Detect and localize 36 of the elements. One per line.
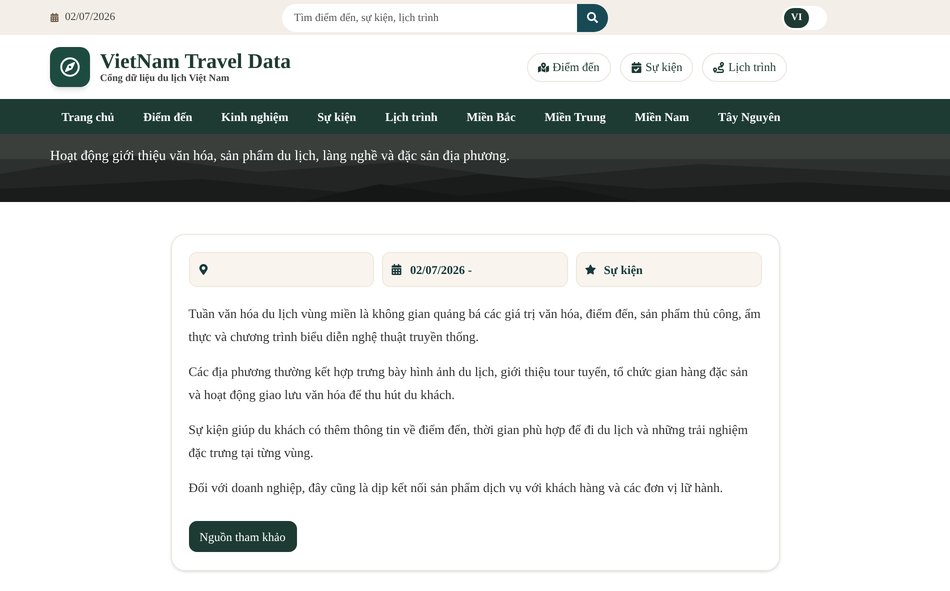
nav-tab[interactable]: Lịch trình (372, 99, 452, 134)
compass-icon (60, 57, 80, 77)
site-title: VietNam Travel Data (100, 49, 291, 73)
site-subtitle: Cổng dữ liệu du lịch Việt Nam (100, 73, 230, 85)
search-button[interactable] (577, 4, 608, 32)
route-icon (713, 62, 724, 72)
meta-text: 02/07/2026 - (410, 262, 472, 278)
hero-description: Hoạt động giới thiệu văn hóa, sản phẩm du lịch, làng nghề và đặc sản địa phương. (49, 148, 511, 166)
nav-tab[interactable]: Sự kiện (304, 99, 370, 134)
article-paragraph: Đối với doanh nghiệp, đây cũng là dịp kết nối sản phẩm dịch vụ với khách hàng và các đơn vị lữ hành. (188, 479, 724, 497)
header-link[interactable]: Sự kiện (620, 52, 694, 82)
calendar-icon (630, 62, 642, 72)
article-paragraph: Sự kiện giúp du khách có thêm thông tin về điểm đến, thời gian phù hợp để đi du lịch và những trải nghiệm đặc trưng tại từng vùng. (188, 421, 749, 462)
calendar-icon (50, 13, 59, 22)
language-button[interactable]: VI (784, 8, 810, 28)
article-paragraph: Tuần văn hóa du lịch vùng miền là không gian quảng bá các giá trị văn hóa, điểm đến, sản phẩm thủ công, ẩm thực và chương trình biểu diễn nghệ thuật truyền thống. (188, 305, 762, 346)
star-icon (584, 264, 596, 275)
map-icon (538, 62, 548, 72)
header-link[interactable]: Điểm đến (526, 52, 610, 82)
pin-icon (198, 264, 208, 275)
search-icon (587, 12, 598, 23)
nav-tab[interactable]: Miền Nam (621, 99, 703, 134)
nav-tab[interactable]: Miền Trung (531, 99, 620, 134)
nav-tab[interactable]: Miền Bắc (453, 99, 530, 134)
nav-tab[interactable]: Kinh nghiệm (208, 99, 302, 134)
logo[interactable] (50, 47, 90, 87)
source-button[interactable]: Nguồn tham khảo (188, 521, 296, 552)
header-link[interactable]: Lịch trình (702, 52, 787, 82)
meta-text: Sự kiện (604, 262, 643, 278)
nav-tab[interactable]: Điểm đến (130, 99, 206, 134)
search-field[interactable]: Tìm điểm đến, sự kiện, lịch trình (282, 4, 577, 32)
nav-tab[interactable]: Trang chủ (48, 99, 128, 134)
current-date: 02/07/2026 (65, 10, 116, 26)
nav-tab[interactable]: Tây Nguyên (704, 99, 794, 134)
calendar-icon (391, 264, 402, 275)
article-paragraph: Các địa phương thường kết hợp trưng bày hình ảnh du lịch, giới thiệu tour tuyến, tổ chức gian hàng đặc sản và hoạt động giao lưu văn hóa để thu hút du khách. (188, 363, 749, 404)
